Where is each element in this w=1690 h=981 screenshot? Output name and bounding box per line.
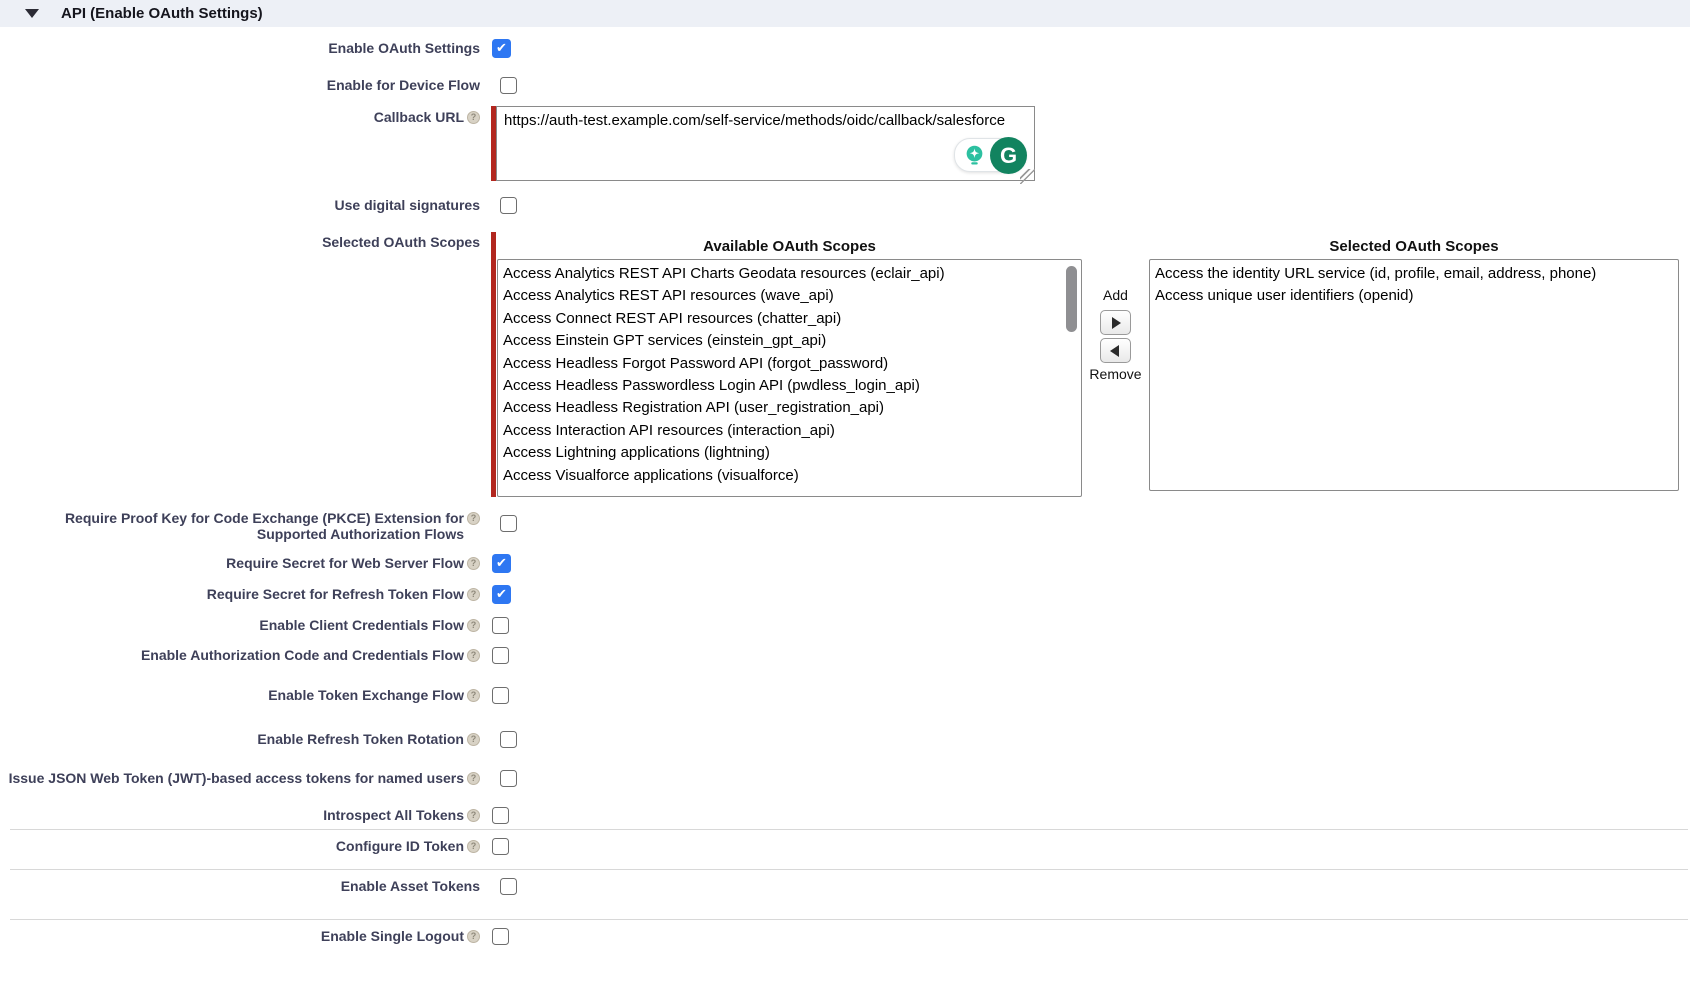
pkce-label: Require Proof Key for Code Exchange (PKC… [65, 510, 464, 526]
section-header: API (Enable OAuth Settings) [0, 0, 1690, 27]
enable-auth-code-credentials-row: Enable Authorization Code and Credential… [0, 644, 1690, 666]
use-digital-signatures-label: Use digital signatures [335, 197, 480, 213]
grammarly-widget[interactable]: G [954, 138, 1026, 172]
help-icon[interactable] [467, 512, 480, 525]
pkce-checkbox[interactable] [500, 515, 517, 532]
remove-label: Remove [1089, 366, 1141, 382]
configure-id-token-row: Configure ID Token [0, 835, 1690, 857]
callback-url-value: https://auth-test.example.com/self-servi… [497, 107, 1034, 134]
issue-jwt-named-users-label: Issue JSON Web Token (JWT)-based access … [9, 770, 464, 786]
enable-oauth-settings-row: Enable OAuth Settings [0, 37, 1690, 59]
enable-asset-tokens-row: Enable Asset Tokens [0, 875, 1690, 897]
enable-oauth-settings-checkbox[interactable] [492, 39, 511, 58]
pkce-label-line2: Supported Authorization Flows [257, 526, 464, 542]
arrow-left-icon [1110, 345, 1119, 357]
require-secret-web-server-checkbox[interactable] [492, 554, 511, 573]
help-icon[interactable] [467, 689, 480, 702]
enable-refresh-token-rotation-row: Enable Refresh Token Rotation [0, 728, 1690, 750]
scope-option[interactable]: Access the identity URL service (id, pro… [1155, 263, 1678, 285]
section-divider [10, 919, 1688, 920]
scope-option[interactable]: Access Connect REST API resources (chatt… [503, 308, 1081, 330]
require-secret-refresh-token-label: Require Secret for Refresh Token Flow [207, 586, 464, 602]
add-label: Add [1103, 287, 1128, 303]
help-icon[interactable] [467, 772, 480, 785]
scrollbar-thumb[interactable] [1066, 266, 1077, 332]
enable-single-logout-label: Enable Single Logout [321, 928, 464, 944]
enable-token-exchange-checkbox[interactable] [492, 687, 509, 704]
enable-single-logout-checkbox[interactable] [492, 928, 509, 945]
scope-option[interactable]: Access Interaction API resources (intera… [503, 420, 1081, 442]
configure-id-token-label: Configure ID Token [336, 838, 464, 854]
configure-id-token-checkbox[interactable] [492, 838, 509, 855]
help-icon[interactable] [467, 733, 480, 746]
callback-url-label: Callback URL [374, 109, 464, 125]
use-digital-signatures-row: Use digital signatures [0, 194, 1690, 216]
enable-refresh-token-rotation-checkbox[interactable] [500, 731, 517, 748]
enable-auth-code-credentials-label: Enable Authorization Code and Credential… [141, 647, 464, 663]
resize-grip[interactable] [1020, 169, 1035, 184]
section-title: API (Enable OAuth Settings) [61, 5, 263, 22]
help-icon[interactable] [467, 840, 480, 853]
callback-url-textarea[interactable]: https://auth-test.example.com/self-servi… [496, 106, 1035, 181]
help-icon[interactable] [467, 111, 480, 124]
scope-option[interactable]: Access Visualforce applications (visualf… [503, 465, 1081, 487]
scope-option[interactable]: Access Headless Forgot Password API (for… [503, 353, 1081, 375]
arrow-right-icon [1112, 317, 1121, 329]
callback-url-row: Callback URL https://auth-test.example.c… [0, 106, 1690, 181]
enable-device-flow-checkbox[interactable] [500, 77, 517, 94]
enable-client-credentials-label: Enable Client Credentials Flow [259, 617, 464, 633]
help-icon[interactable] [467, 809, 480, 822]
scope-option[interactable]: Access Lightning applications (lightning… [503, 442, 1081, 464]
collapse-triangle-icon[interactable] [25, 9, 39, 18]
enable-client-credentials-row: Enable Client Credentials Flow [0, 614, 1690, 636]
selected-scopes-listbox[interactable]: Access the identity URL service (id, pro… [1149, 259, 1679, 491]
remove-button[interactable] [1100, 338, 1131, 363]
scope-option[interactable]: Access Einstein GPT services (einstein_g… [503, 330, 1081, 352]
help-icon[interactable] [467, 619, 480, 632]
introspect-all-tokens-checkbox[interactable] [492, 807, 509, 824]
enable-oauth-settings-label: Enable OAuth Settings [328, 40, 480, 56]
help-icon[interactable] [467, 649, 480, 662]
require-secret-web-server-row: Require Secret for Web Server Flow [0, 552, 1690, 574]
section-divider [10, 829, 1688, 830]
enable-device-flow-row: Enable for Device Flow [0, 74, 1690, 96]
require-secret-refresh-token-checkbox[interactable] [492, 585, 511, 604]
selected-oauth-scopes-label: Selected OAuth Scopes [322, 234, 480, 250]
enable-asset-tokens-checkbox[interactable] [500, 878, 517, 895]
scope-option[interactable]: Access Analytics REST API resources (wav… [503, 285, 1081, 307]
scopes-move-controls: Add Remove [1082, 232, 1149, 382]
enable-token-exchange-row: Enable Token Exchange Flow [0, 684, 1690, 706]
enable-single-logout-row: Enable Single Logout [0, 925, 1690, 947]
scope-option[interactable]: Access unique user identifiers (openid) [1155, 285, 1678, 307]
pkce-row: Require Proof Key for Code Exchange (PKC… [0, 510, 1690, 546]
available-scopes-title: Available OAuth Scopes [497, 232, 1082, 259]
section-divider [10, 869, 1688, 870]
help-icon[interactable] [467, 588, 480, 601]
scope-option[interactable]: Access Analytics REST API Charts Geodata… [503, 263, 1081, 285]
help-icon[interactable] [467, 930, 480, 943]
scope-option[interactable]: Access Headless Registration API (user_r… [503, 397, 1081, 419]
enable-token-exchange-label: Enable Token Exchange Flow [268, 687, 464, 703]
available-scopes-listbox[interactable]: Access Analytics REST API Charts Geodata… [497, 259, 1082, 497]
suggestion-bulb-icon [963, 144, 986, 167]
issue-jwt-named-users-checkbox[interactable] [500, 770, 517, 787]
enable-device-flow-label: Enable for Device Flow [327, 77, 480, 93]
oauth-scopes-field: Selected OAuth Scopes Available OAuth Sc… [0, 232, 1690, 497]
use-digital-signatures-checkbox[interactable] [500, 197, 517, 214]
add-button[interactable] [1100, 310, 1131, 335]
introspect-all-tokens-row: Introspect All Tokens [0, 804, 1690, 826]
selected-scopes-title: Selected OAuth Scopes [1149, 232, 1679, 259]
issue-jwt-named-users-row: Issue JSON Web Token (JWT)-based access … [0, 767, 1690, 789]
require-secret-refresh-token-row: Require Secret for Refresh Token Flow [0, 583, 1690, 605]
introspect-all-tokens-label: Introspect All Tokens [323, 807, 464, 823]
enable-refresh-token-rotation-label: Enable Refresh Token Rotation [257, 731, 464, 747]
required-indicator [491, 232, 496, 497]
enable-client-credentials-checkbox[interactable] [492, 617, 509, 634]
scope-option[interactable]: Access Headless Passwordless Login API (… [503, 375, 1081, 397]
enable-asset-tokens-label: Enable Asset Tokens [341, 878, 480, 894]
enable-auth-code-credentials-checkbox[interactable] [492, 647, 509, 664]
require-secret-web-server-label: Require Secret for Web Server Flow [226, 555, 464, 571]
help-icon[interactable] [467, 557, 480, 570]
